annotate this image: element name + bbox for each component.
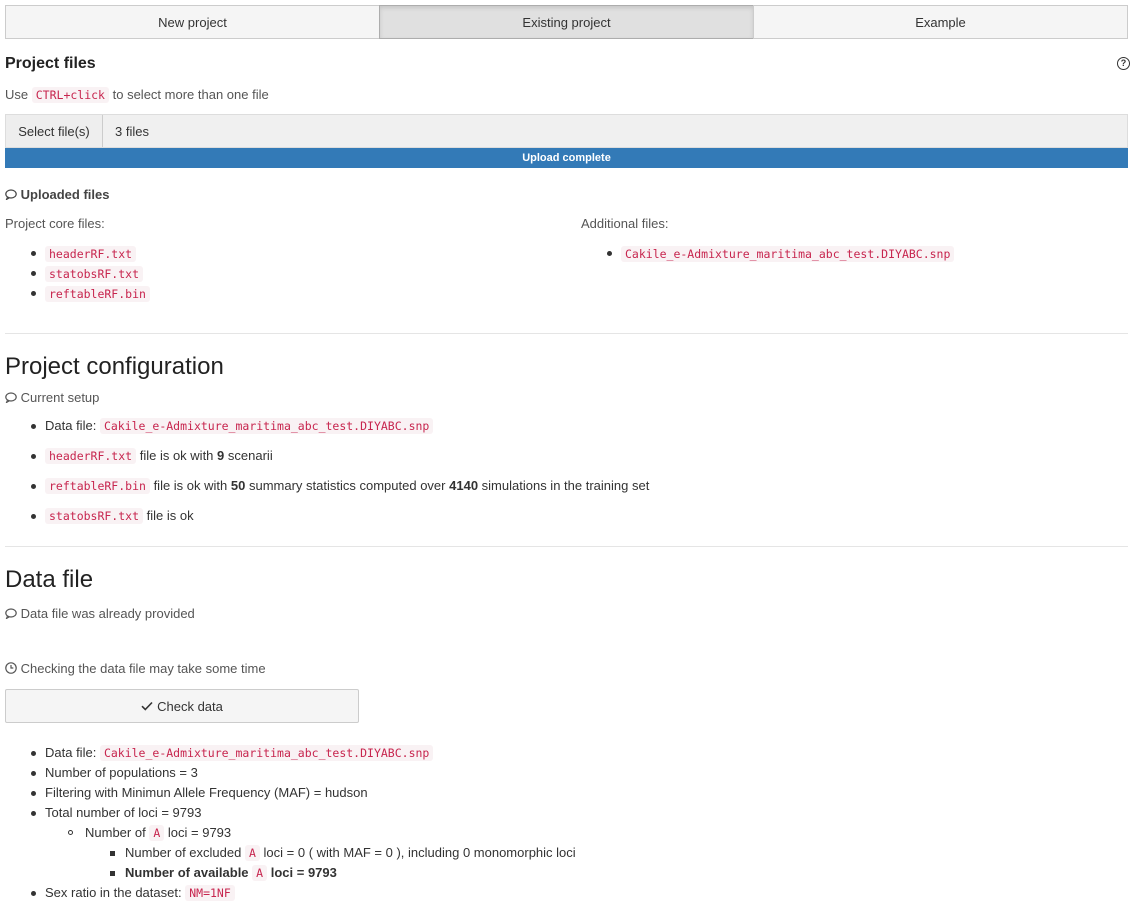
data-file-title: Data file <box>5 566 94 593</box>
loci-a-prefix: Number of <box>85 825 146 840</box>
header-text-b: scenarii <box>227 448 273 463</box>
list-bullet <box>31 291 36 296</box>
tab-existing-project[interactable]: Existing project <box>379 5 754 39</box>
current-setup-heading: Current setup <box>5 390 99 405</box>
check-data-button[interactable]: Check data <box>5 689 359 723</box>
section-divider <box>5 546 1128 547</box>
hint-prefix: Use <box>5 87 29 102</box>
additional-file-item: Cakile_e-Admixture_maritima_abc_test.DIY… <box>621 246 955 262</box>
config-data-file: Data file: Cakile_e-Admixture_maritima_a… <box>45 418 434 434</box>
selected-files-text: 3 files <box>115 123 149 139</box>
list-bullet <box>31 751 36 756</box>
comment-icon <box>5 187 21 202</box>
data-file-name: Cakile_e-Admixture_maritima_abc_test.DIY… <box>99 418 434 434</box>
detail-available-loci: Number of available A loci = 9793 <box>125 865 337 881</box>
comment-icon <box>5 390 21 405</box>
header-file-name: headerRF.txt <box>45 448 137 464</box>
comment-icon <box>5 606 21 621</box>
statobs-file-name: statobsRF.txt <box>45 508 144 524</box>
uploaded-files-label: Uploaded files <box>20 187 110 202</box>
data-file-label: Data file: <box>45 418 97 433</box>
select-files-button[interactable]: Select file(s) <box>6 115 103 147</box>
sex-ratio-value: NM=1NF <box>185 885 235 901</box>
question-circle-icon[interactable]: ? <box>1117 57 1130 70</box>
available-code: A <box>252 865 268 881</box>
file-input: Select file(s) 3 files <box>5 114 1128 148</box>
list-bullet <box>31 811 36 816</box>
available-prefix: Number of available <box>125 865 249 880</box>
detail-total-loci: Total number of loci = 9793 <box>45 805 202 820</box>
uploaded-files-heading: Uploaded files <box>5 187 109 202</box>
clock-icon <box>5 661 21 676</box>
project-mode-tabs: New project Existing project Example <box>5 5 1128 39</box>
detail-data-file-label: Data file: <box>45 745 97 760</box>
detail-excluded-loci: Number of excluded A loci = 0 ( with MAF… <box>125 845 576 861</box>
upload-progress-label: Upload complete <box>522 152 611 164</box>
list-bullet <box>31 891 36 896</box>
reftable-sims-count: 4140 <box>449 478 479 493</box>
sex-ratio-label: Sex ratio in the dataset: <box>45 885 182 900</box>
config-header-status: headerRF.txt file is ok with 9 scenarii <box>45 448 273 464</box>
check-data-label: Check data <box>157 698 223 714</box>
loci-a-suffix: loci = 9793 <box>167 825 232 840</box>
detail-populations: Number of populations = 3 <box>45 765 198 780</box>
config-statobs-status: statobsRF.txt file is ok <box>45 508 194 524</box>
reftable-text-a: file is ok with <box>153 478 228 493</box>
detail-loci-a: Number of A loci = 9793 <box>85 825 232 841</box>
detail-data-file-name: Cakile_e-Admixture_maritima_abc_test.DIY… <box>99 745 434 761</box>
additional-files-label: Additional files: <box>581 216 669 231</box>
list-bullet <box>31 251 36 256</box>
data-provided-label: Data file was already provided <box>20 606 195 621</box>
current-setup-label: Current setup <box>20 390 100 405</box>
detail-data-file: Data file: Cakile_e-Admixture_maritima_a… <box>45 745 434 761</box>
list-bullet <box>68 830 73 835</box>
reftable-file-name: reftableRF.bin <box>45 478 150 494</box>
list-bullet <box>31 271 36 276</box>
available-suffix: loci = 9793 <box>270 865 337 880</box>
list-bullet <box>110 871 115 876</box>
list-bullet <box>31 791 36 796</box>
data-provided-note: Data file was already provided <box>5 606 195 621</box>
list-bullet <box>31 484 36 489</box>
check-time-note: Checking the data file may take some tim… <box>5 661 266 676</box>
core-file-item: statobsRF.txt <box>45 266 144 282</box>
loci-a-code: A <box>149 825 165 841</box>
section-divider <box>5 333 1128 334</box>
hint-key: CTRL+click <box>31 87 109 103</box>
list-bullet <box>31 454 36 459</box>
excluded-prefix: Number of excluded <box>125 845 242 860</box>
hint-suffix: to select more than one file <box>112 87 269 102</box>
tab-new-project[interactable]: New project <box>5 5 380 39</box>
config-reftable-status: reftableRF.bin file is ok with 50 summar… <box>45 478 650 494</box>
list-bullet <box>607 251 612 256</box>
header-scenarii-count: 9 <box>217 448 225 463</box>
list-bullet <box>31 514 36 519</box>
core-files-label: Project core files: <box>5 216 105 231</box>
list-bullet <box>110 851 115 856</box>
reftable-text-c: simulations in the training set <box>481 478 650 493</box>
project-configuration-title: Project configuration <box>5 353 224 380</box>
check-icon <box>141 699 153 714</box>
tab-example[interactable]: Example <box>753 5 1128 39</box>
excluded-code: A <box>244 845 260 861</box>
header-text-a: file is ok with <box>139 448 214 463</box>
list-bullet <box>31 771 36 776</box>
check-time-label: Checking the data file may take some tim… <box>20 661 266 676</box>
core-file-item: headerRF.txt <box>45 246 137 262</box>
statobs-text: file is ok <box>146 508 194 523</box>
reftable-stats-count: 50 <box>230 478 246 493</box>
upload-progress-bar: Upload complete <box>5 148 1128 168</box>
list-bullet <box>31 424 36 429</box>
select-hint: Use CTRL+click to select more than one f… <box>5 87 269 103</box>
detail-maf: Filtering with Minimun Allele Frequency … <box>45 785 368 800</box>
detail-sex-ratio: Sex ratio in the dataset: NM=1NF <box>45 885 235 901</box>
excluded-suffix: loci = 0 ( with MAF = 0 ), including 0 m… <box>263 845 576 860</box>
core-file-item: reftableRF.bin <box>45 286 150 302</box>
project-files-title: Project files <box>5 55 96 72</box>
reftable-text-b: summary statistics computed over <box>248 478 446 493</box>
